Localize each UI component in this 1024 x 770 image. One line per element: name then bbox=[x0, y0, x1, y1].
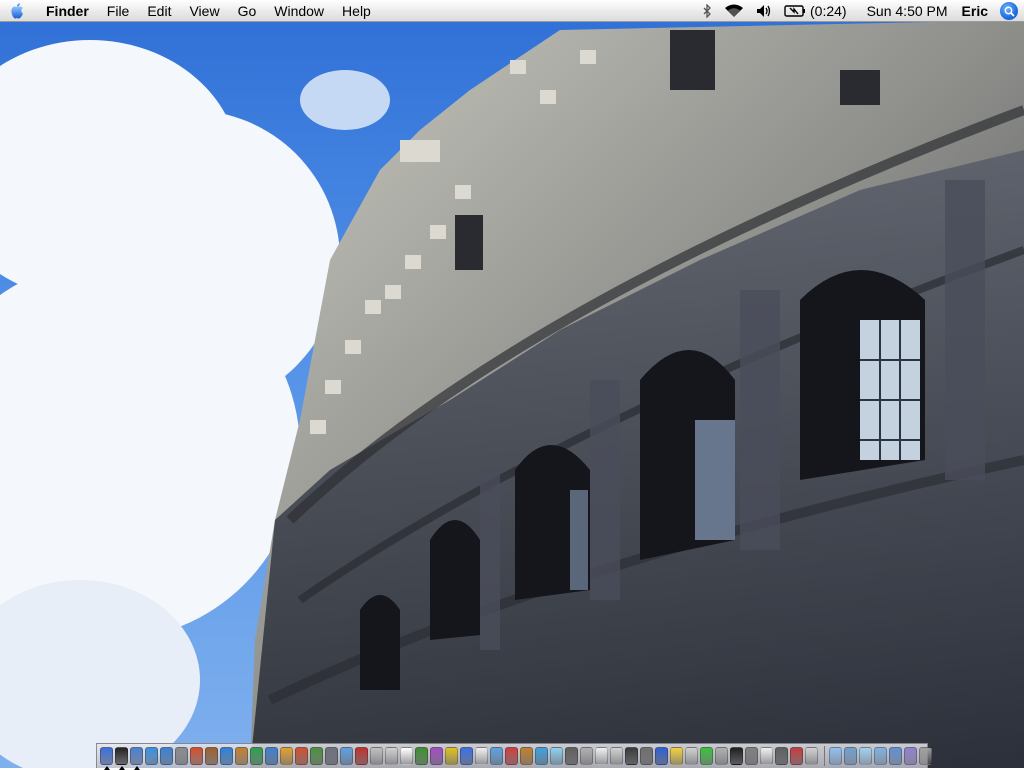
dock-folder-icon[interactable] bbox=[844, 747, 857, 765]
dock-app-icon[interactable] bbox=[655, 747, 668, 765]
dock-app-icon[interactable] bbox=[340, 747, 353, 765]
wifi-menu[interactable] bbox=[718, 0, 750, 22]
dock-app-icon[interactable] bbox=[265, 747, 278, 765]
bluetooth-icon bbox=[703, 4, 711, 18]
spotlight-button[interactable] bbox=[1000, 2, 1018, 20]
wifi-icon bbox=[725, 4, 744, 17]
dock-app-icon[interactable] bbox=[145, 747, 158, 765]
battery-time: (0:24) bbox=[810, 3, 847, 19]
dock-app-icon[interactable] bbox=[490, 747, 503, 765]
dock-app-icon[interactable] bbox=[235, 747, 248, 765]
dock-app-icon[interactable] bbox=[115, 747, 128, 770]
desktop bbox=[0, 0, 1024, 768]
dock-app-icon[interactable] bbox=[715, 747, 728, 765]
dock-app-icon[interactable] bbox=[580, 747, 593, 765]
dock-app-icon[interactable] bbox=[805, 747, 818, 765]
dock-app-icon[interactable] bbox=[505, 747, 518, 765]
dock-app-icon[interactable] bbox=[745, 747, 758, 765]
dock-apps bbox=[100, 747, 820, 770]
menu-file[interactable]: File bbox=[98, 0, 139, 22]
dock-folder-icon[interactable] bbox=[874, 747, 887, 765]
spotlight-icon bbox=[1004, 6, 1015, 17]
dock-app-icon[interactable] bbox=[775, 747, 788, 765]
apple-icon bbox=[11, 3, 23, 19]
dock bbox=[96, 743, 932, 770]
menu-go[interactable]: Go bbox=[229, 0, 266, 22]
dock-app-icon[interactable] bbox=[355, 747, 368, 765]
dock-app-icon[interactable] bbox=[220, 747, 233, 765]
dock-app-icon[interactable] bbox=[670, 747, 683, 765]
dock-app-icon[interactable] bbox=[460, 747, 473, 765]
menu-bar: Finder File Edit View Go Window Help (0:… bbox=[0, 0, 1024, 22]
dock-folder-icon[interactable] bbox=[829, 747, 842, 765]
dock-app-icon[interactable] bbox=[430, 747, 443, 765]
dock-app-icon[interactable] bbox=[595, 747, 608, 765]
dock-app-icon[interactable] bbox=[730, 747, 743, 765]
battery-menu[interactable]: (0:24) bbox=[778, 0, 853, 22]
running-indicator bbox=[134, 766, 140, 770]
apple-menu[interactable] bbox=[0, 0, 34, 22]
dock-app-icon[interactable] bbox=[520, 747, 533, 765]
dock-app-icon[interactable] bbox=[175, 747, 188, 765]
menu-bar-status: (0:24) Sun 4:50 PM Eric bbox=[696, 0, 1018, 22]
bluetooth-menu[interactable] bbox=[696, 0, 718, 22]
dock-app-icon[interactable] bbox=[790, 747, 803, 765]
dock-app-icon[interactable] bbox=[535, 747, 548, 765]
menu-clock[interactable]: Sun 4:50 PM bbox=[853, 0, 954, 22]
dock-folder-icon[interactable] bbox=[919, 747, 932, 765]
dock-app-icon[interactable] bbox=[370, 747, 383, 765]
battery-icon bbox=[784, 5, 806, 17]
dock-app-icon[interactable] bbox=[310, 747, 323, 765]
dock-app-icon[interactable] bbox=[685, 747, 698, 765]
dock-app-icon[interactable] bbox=[475, 747, 488, 765]
menu-help[interactable]: Help bbox=[333, 0, 380, 22]
dock-app-icon[interactable] bbox=[160, 747, 173, 765]
dock-app-icon[interactable] bbox=[190, 747, 203, 765]
dock-app-icon[interactable] bbox=[295, 747, 308, 765]
user-menu[interactable]: Eric bbox=[954, 0, 996, 22]
dock-app-icon[interactable] bbox=[205, 747, 218, 765]
menu-edit[interactable]: Edit bbox=[138, 0, 180, 22]
running-indicator bbox=[104, 766, 110, 770]
dock-app-icon[interactable] bbox=[100, 747, 113, 770]
dock-app-icon[interactable] bbox=[445, 747, 458, 765]
dock-app-icon[interactable] bbox=[280, 747, 293, 765]
volume-icon bbox=[757, 5, 771, 17]
dock-app-icon[interactable] bbox=[415, 747, 428, 765]
dock-app-icon[interactable] bbox=[700, 747, 713, 765]
menu-view[interactable]: View bbox=[180, 0, 228, 22]
dock-app-icon[interactable] bbox=[385, 747, 398, 765]
dock-folder-icon[interactable] bbox=[889, 747, 902, 765]
dock-app-icon[interactable] bbox=[130, 747, 143, 770]
dock-separator bbox=[824, 746, 825, 766]
dock-app-icon[interactable] bbox=[565, 747, 578, 765]
dock-app-icon[interactable] bbox=[400, 747, 413, 765]
dock-app-icon[interactable] bbox=[250, 747, 263, 765]
dock-documents bbox=[829, 747, 934, 765]
app-menu-finder[interactable]: Finder bbox=[34, 0, 98, 22]
colosseum-wall bbox=[250, 20, 1024, 768]
menu-bar-left: Finder File Edit View Go Window Help bbox=[0, 0, 380, 22]
dock-app-icon[interactable] bbox=[760, 747, 773, 765]
running-indicator bbox=[119, 766, 125, 770]
menu-window[interactable]: Window bbox=[265, 0, 333, 22]
dock-app-icon[interactable] bbox=[325, 747, 338, 765]
dock-app-icon[interactable] bbox=[550, 747, 563, 765]
dock-folder-icon[interactable] bbox=[904, 747, 917, 765]
dock-folder-icon[interactable] bbox=[859, 747, 872, 765]
volume-menu[interactable] bbox=[750, 0, 778, 22]
dock-app-icon[interactable] bbox=[610, 747, 623, 765]
dock-app-icon[interactable] bbox=[625, 747, 638, 765]
dock-app-icon[interactable] bbox=[640, 747, 653, 765]
